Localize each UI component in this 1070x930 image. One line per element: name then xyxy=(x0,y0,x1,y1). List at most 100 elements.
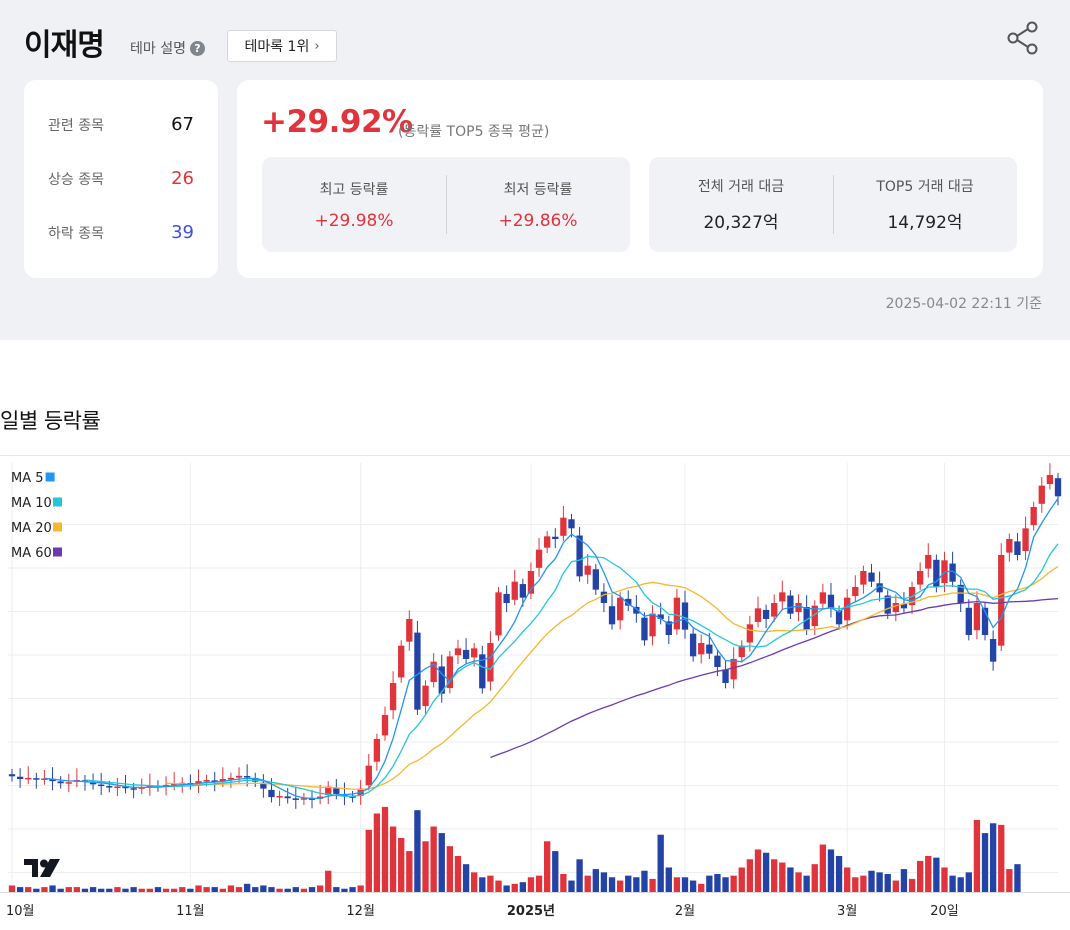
volume-bar xyxy=(844,867,851,892)
candle xyxy=(868,572,875,582)
volume-bar xyxy=(268,887,275,892)
volume-bar xyxy=(714,874,721,892)
volume-bar xyxy=(235,887,243,892)
volume-bar xyxy=(787,867,794,892)
rising-stocks-row[interactable]: 상승 종목 26 xyxy=(48,168,194,189)
candle xyxy=(998,555,1005,646)
volume-bar xyxy=(576,859,583,892)
candle xyxy=(1022,528,1029,551)
change-range-box: 최고 등락률 +29.98% 최저 등락률 +29.86% xyxy=(262,157,630,252)
candle xyxy=(616,597,624,621)
candle xyxy=(1006,539,1013,553)
volume-bar xyxy=(446,846,454,892)
ma-legend-label: MA 20 xyxy=(11,521,52,536)
volume-bar xyxy=(746,859,754,892)
candle xyxy=(292,798,299,800)
volume-bar xyxy=(754,849,762,892)
theme-rank-label: 테마록 1위 xyxy=(244,39,310,55)
volume-bar xyxy=(114,887,121,892)
falling-stocks-row[interactable]: 하락 종목 39 xyxy=(48,222,194,243)
volume-bar xyxy=(981,833,989,892)
candle xyxy=(33,778,40,780)
volume-bar xyxy=(689,880,697,892)
candle xyxy=(779,592,786,602)
x-axis-tick-label: 2025년 xyxy=(507,904,555,919)
ma-legend-label: MA 10 xyxy=(11,496,52,511)
volume-bar xyxy=(276,888,283,892)
candle xyxy=(827,594,835,609)
candle xyxy=(544,536,551,548)
ma60-line xyxy=(490,597,1059,759)
volume-bar xyxy=(852,877,859,892)
volume-bar xyxy=(503,885,510,892)
candle xyxy=(965,607,972,635)
volume-bar xyxy=(203,887,210,892)
volume-bar xyxy=(544,841,551,892)
top5-amount-label: TOP5 거래 대금 xyxy=(876,179,974,195)
volume-bar xyxy=(884,874,891,892)
theme-rank-button[interactable]: 테마록 1위 › xyxy=(227,30,337,62)
volume-bar xyxy=(41,887,48,892)
as-of-timestamp: 2025-04-02 22:11 기준 xyxy=(885,296,1042,312)
daily-change-chart[interactable]: MA 5 MA 10 MA 20 MA 60 10월 11월 12월 2025년 2월 3월 20일 xyxy=(0,455,1070,930)
summary-card: +29.92% (등락률 TOP5 종목 평균) 최고 등락률 +29.98% … xyxy=(237,80,1043,278)
volume-bar xyxy=(673,877,681,892)
candle xyxy=(471,648,478,658)
candle xyxy=(98,784,105,787)
avg-change-note: (등락률 TOP5 종목 평균) xyxy=(398,124,550,140)
candle xyxy=(673,597,681,630)
candle xyxy=(462,649,470,659)
volume-bar xyxy=(811,864,818,892)
volume-bar xyxy=(454,856,462,892)
volume-bar xyxy=(8,885,16,892)
volume-bar xyxy=(341,888,348,892)
volume-bar xyxy=(681,877,689,892)
volume-bar xyxy=(406,851,413,892)
related-stocks-row[interactable]: 관련 종목 67 xyxy=(48,114,194,135)
volume-bar xyxy=(138,888,145,892)
candle xyxy=(535,549,543,568)
ma10-line xyxy=(84,543,1059,797)
volume-bar xyxy=(698,883,705,892)
volume-bar xyxy=(730,875,737,892)
volume-bar xyxy=(1014,864,1021,892)
falling-stocks-value: 39 xyxy=(171,222,194,243)
volume-bar xyxy=(381,806,389,892)
candle xyxy=(762,609,770,619)
candle xyxy=(600,591,608,603)
share-icon[interactable] xyxy=(1005,21,1041,55)
volume-bar xyxy=(146,888,154,892)
volume-bar xyxy=(252,887,259,892)
ma-legend-swatch xyxy=(45,472,55,482)
volume-bar xyxy=(122,888,129,892)
theme-header-panel: 이재명 테마 설명 ? 테마록 1위 › 관련 종목 67 상승 종목 26 하… xyxy=(0,0,1070,340)
top5-amount-cell: TOP5 거래 대금 14,792억 xyxy=(833,157,1017,252)
volume-bar xyxy=(633,877,640,892)
candle xyxy=(852,587,859,597)
help-icon: ? xyxy=(189,40,205,56)
volume-bar xyxy=(527,877,535,892)
candle xyxy=(730,659,737,680)
volume-bar xyxy=(154,887,162,892)
volume-bar xyxy=(260,885,267,892)
candle xyxy=(592,569,599,590)
candle xyxy=(787,595,794,614)
tradingview-logo-part xyxy=(24,859,38,877)
candle xyxy=(114,786,121,788)
related-stocks-label: 관련 종목 xyxy=(48,117,104,134)
volume-bar xyxy=(187,888,194,892)
volume-bar xyxy=(171,888,178,892)
volume-bar xyxy=(560,874,567,892)
theme-description-link[interactable]: 테마 설명 ? xyxy=(130,38,205,58)
volume-bar xyxy=(965,872,972,892)
min-change-value: +29.86% xyxy=(498,210,578,231)
volume-bar xyxy=(803,875,810,892)
volume-bar xyxy=(908,878,916,892)
volume-bar xyxy=(949,875,956,892)
volume-bar xyxy=(422,841,429,892)
max-change-value: +29.98% xyxy=(314,210,394,231)
candle xyxy=(584,565,591,575)
volume-bar xyxy=(162,888,170,892)
volume-bar xyxy=(779,862,786,892)
candle xyxy=(1014,541,1021,555)
